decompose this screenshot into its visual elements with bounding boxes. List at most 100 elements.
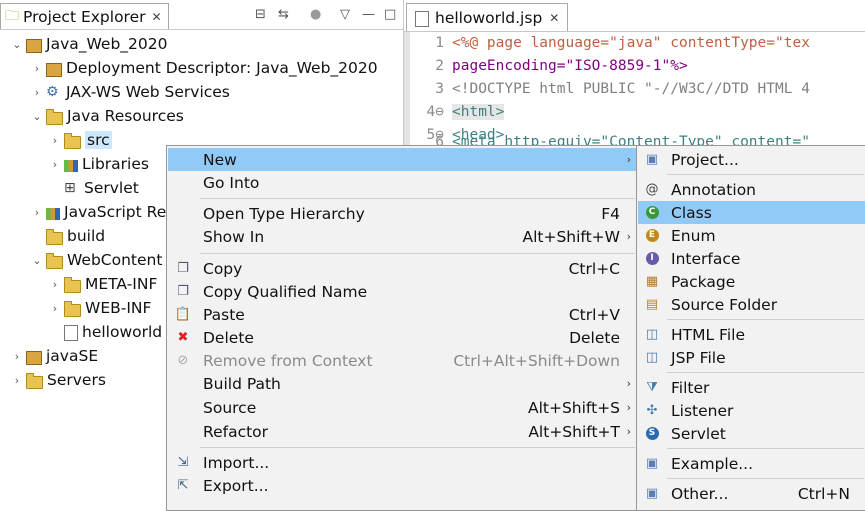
expand-toggle-icon[interactable]: › [48, 302, 62, 315]
class-icon: C [638, 206, 666, 219]
icon-spacer [168, 202, 198, 225]
menu-item-delete[interactable]: ✖ Delete Delete [168, 326, 636, 349]
icon-spacer [168, 148, 198, 171]
folder-icon [64, 276, 81, 293]
menu-item-copy[interactable]: ❐ Copy Ctrl+C [168, 257, 636, 280]
project-icon [26, 39, 42, 53]
submenu-item-class[interactable]: C Class [638, 201, 865, 224]
expand-toggle-icon[interactable]: ⌄ [10, 38, 24, 51]
menu-separator [200, 447, 635, 448]
submenu-item-source-folder[interactable]: ▤ Source Folder [638, 293, 865, 316]
code-line[interactable]: 2 pageEncoding="ISO-8859-1"%> [410, 54, 688, 77]
tree-item-r5[interactable]: › Libraries [48, 152, 149, 176]
close-icon[interactable]: ✕ [152, 10, 162, 24]
expand-toggle-icon[interactable]: ⌄ [30, 110, 44, 123]
submenu-item-label: Enum [671, 226, 716, 245]
menu-item-accelerator: Ctrl+C [568, 259, 620, 278]
filter-icon[interactable]: ● [310, 7, 321, 22]
jsp-file-icon: ◫ [645, 350, 659, 365]
submenu-item-package[interactable]: ▦ Package [638, 270, 865, 293]
tree-item-label: WebContent [67, 251, 163, 269]
icon-spacer [168, 225, 198, 248]
tree-item-label: Libraries [82, 155, 149, 173]
code-line[interactable]: 4⊖ <html> [410, 100, 505, 123]
menu-item-build-path[interactable]: Build Path › [168, 372, 636, 395]
submenu-item-accelerator: Ctrl+N [797, 484, 850, 503]
tree-item-r3[interactable]: ⌄ Java Resources [30, 104, 183, 128]
menu-item-refactor[interactable]: Refactor Alt+Shift+T › [168, 420, 636, 443]
submenu-item-annotation[interactable]: @ Annotation [638, 178, 865, 201]
code-text: <%@ page language="java" contentType="te… [452, 34, 810, 51]
menu-item-export[interactable]: ⇱ Export... [168, 474, 636, 497]
menu-item-import[interactable]: ⇲ Import... [168, 451, 636, 474]
menu-item-label: Remove from Context [203, 351, 373, 370]
submenu-arrow-icon: › [626, 401, 631, 414]
submenu-item-enum[interactable]: E Enum [638, 224, 865, 247]
menu-item-open-type-hierarchy[interactable]: Open Type Hierarchy F4 [168, 202, 636, 225]
submenu-item-label: Interface [671, 249, 741, 268]
tree-item-label: Servers [47, 371, 106, 389]
menu-item-remove-from-context: ⊘ Remove from Context Ctrl+Alt+Shift+Down [168, 349, 636, 372]
expand-toggle-icon[interactable]: › [30, 206, 44, 219]
expand-toggle-icon[interactable]: › [48, 278, 62, 291]
maximize-icon[interactable]: □ [384, 7, 396, 22]
submenu-item-jsp-file[interactable]: ◫ JSP File [638, 346, 865, 369]
submenu-item-label: Example... [671, 454, 754, 473]
expand-toggle-icon[interactable]: › [48, 158, 62, 171]
java-resources-icon [46, 108, 63, 125]
expand-toggle-icon[interactable]: › [30, 62, 44, 75]
submenu-item-servlet[interactable]: S Servlet [638, 422, 865, 445]
expand-toggle-icon[interactable]: › [30, 86, 44, 99]
libraries-icon [64, 160, 78, 172]
tree-item-r6[interactable]: ⊞ Servlet [48, 176, 139, 200]
menu-item-show-in[interactable]: Show In Alt+Shift+W › [168, 225, 636, 248]
tree-item-label: WEB-INF [85, 299, 152, 317]
tree-item-r2[interactable]: › ⚙ JAX-WS Web Services [30, 80, 230, 104]
menu-item-paste[interactable]: 📋 Paste Ctrl+V [168, 303, 636, 326]
jsp-file-icon [415, 11, 429, 27]
code-line[interactable]: 1 <%@ page language="java" contentType="t… [410, 31, 810, 54]
editor-tab-helloworld[interactable]: helloworld.jsp ✕ [406, 3, 569, 32]
servlet-grid-icon: ⊞ [64, 180, 76, 196]
tree-item-r13[interactable]: › javaSE [10, 344, 98, 368]
tree-item-r14[interactable]: › Servers [10, 368, 106, 392]
code-line[interactable]: 3 <!DOCTYPE html PUBLIC "-//W3C//DTD HTML… [410, 77, 810, 100]
code-text: pageEncoding="ISO-8859-1"%> [452, 57, 688, 74]
menu-item-copy-qualified-name[interactable]: ❐ Copy Qualified Name [168, 280, 636, 303]
import-icon: ⇲ [177, 455, 189, 470]
tree-item-r7[interactable]: › JavaScript Re [30, 200, 166, 224]
expand-toggle-icon[interactable]: › [10, 350, 24, 363]
submenu-item-interface[interactable]: I Interface [638, 247, 865, 270]
submenu-item-project[interactable]: ▣ Project... [638, 148, 865, 171]
submenu-item-example[interactable]: ▣ Example... [638, 452, 865, 475]
tree-item-r4[interactable]: › src [48, 128, 112, 152]
expand-toggle-icon[interactable]: › [10, 374, 24, 387]
new-submenu: ▣ Project... @ Annotation C Class E Enum I Interf… [636, 145, 865, 511]
tree-item-r8[interactable]: build [30, 224, 105, 248]
minimize-icon[interactable]: — [362, 7, 375, 22]
menu-item-source[interactable]: Source Alt+Shift+S › [168, 396, 636, 419]
collapse-all-icon[interactable]: ⊟ [255, 7, 266, 22]
tree-item-r10[interactable]: › META-INF [48, 272, 158, 296]
view-menu-icon[interactable]: ▽ [340, 7, 350, 22]
line-number: 4⊖ [426, 103, 444, 120]
submenu-item-listener[interactable]: ✣ Listener [638, 399, 865, 422]
tree-item-r12[interactable]: helloworld [48, 320, 162, 344]
submenu-item-html-file[interactable]: ◫ HTML File [638, 323, 865, 346]
expand-toggle-icon[interactable]: ⌄ [30, 254, 44, 267]
menu-item-label: Export... [203, 476, 269, 495]
tree-item-r1[interactable]: › Deployment Descriptor: Java_Web_2020 [30, 56, 378, 80]
submenu-item-other[interactable]: ▣ Other... Ctrl+N [638, 482, 865, 505]
tree-item-r0[interactable]: ⌄ Java_Web_2020 [10, 32, 167, 56]
menu-separator [667, 174, 864, 175]
tree-item-r9[interactable]: ⌄ WebContent [30, 248, 162, 272]
tree-item-r11[interactable]: › WEB-INF [48, 296, 152, 320]
submenu-item-filter[interactable]: ⧩ Filter [638, 376, 865, 399]
menu-item-go-into[interactable]: Go Into [168, 171, 636, 194]
menu-item-new[interactable]: New › [168, 148, 636, 171]
link-with-editor-icon[interactable]: ⇆ [278, 7, 289, 22]
expand-toggle-icon[interactable]: › [48, 134, 62, 147]
menu-separator [200, 198, 635, 199]
close-icon[interactable]: ✕ [549, 11, 559, 25]
project-explorer-tab[interactable]: 🗀 Project Explorer ✕ [0, 3, 169, 30]
